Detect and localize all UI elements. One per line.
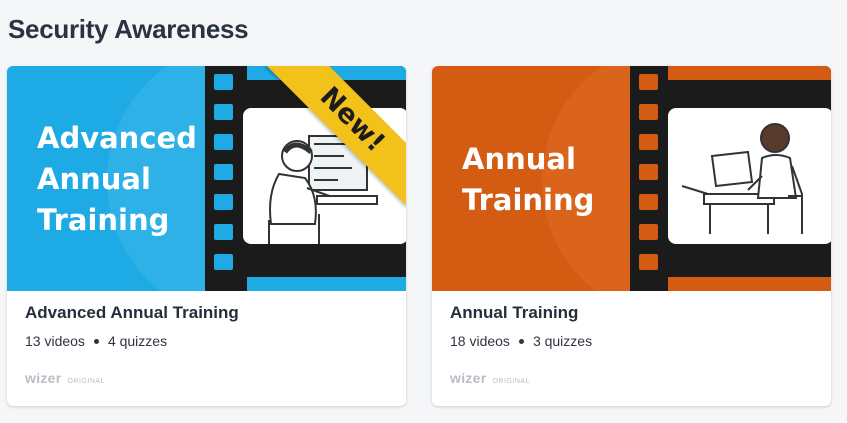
- wizer-original-logo: wizer ORIGINAL: [450, 370, 530, 386]
- brand-name: wizer: [25, 370, 62, 386]
- bullet-separator: [518, 338, 524, 344]
- course-card-annual-training[interactable]: Annual Training Annual Training 18 video…: [432, 66, 831, 406]
- thumbnail-title: Annual Training: [462, 142, 595, 217]
- course-title[interactable]: Annual Training: [450, 303, 813, 323]
- wizer-original-logo: wizer ORIGINAL: [25, 370, 105, 386]
- bullet-separator: [93, 338, 99, 344]
- course-meta: 18 videos 3 quizzes: [450, 333, 813, 349]
- brand-subtitle: ORIGINAL: [67, 378, 105, 385]
- brand-subtitle: ORIGINAL: [492, 378, 530, 385]
- course-card-advanced-annual-training[interactable]: Advanced Annual Training New! Advanced A…: [7, 66, 406, 406]
- quiz-count: 3 quizzes: [532, 333, 593, 349]
- thumbnail-title: Advanced Annual Training: [37, 121, 197, 237]
- video-count: 13 videos: [25, 333, 85, 349]
- course-meta: 13 videos 4 quizzes: [25, 333, 388, 349]
- quiz-count: 4 quizzes: [107, 333, 168, 349]
- video-count: 18 videos: [450, 333, 510, 349]
- course-thumbnail[interactable]: Annual Training: [432, 66, 831, 291]
- brand-name: wizer: [450, 370, 487, 386]
- course-thumbnail[interactable]: Advanced Annual Training New!: [7, 66, 406, 291]
- section-title: Security Awareness: [8, 14, 249, 44]
- course-title[interactable]: Advanced Annual Training: [25, 303, 388, 323]
